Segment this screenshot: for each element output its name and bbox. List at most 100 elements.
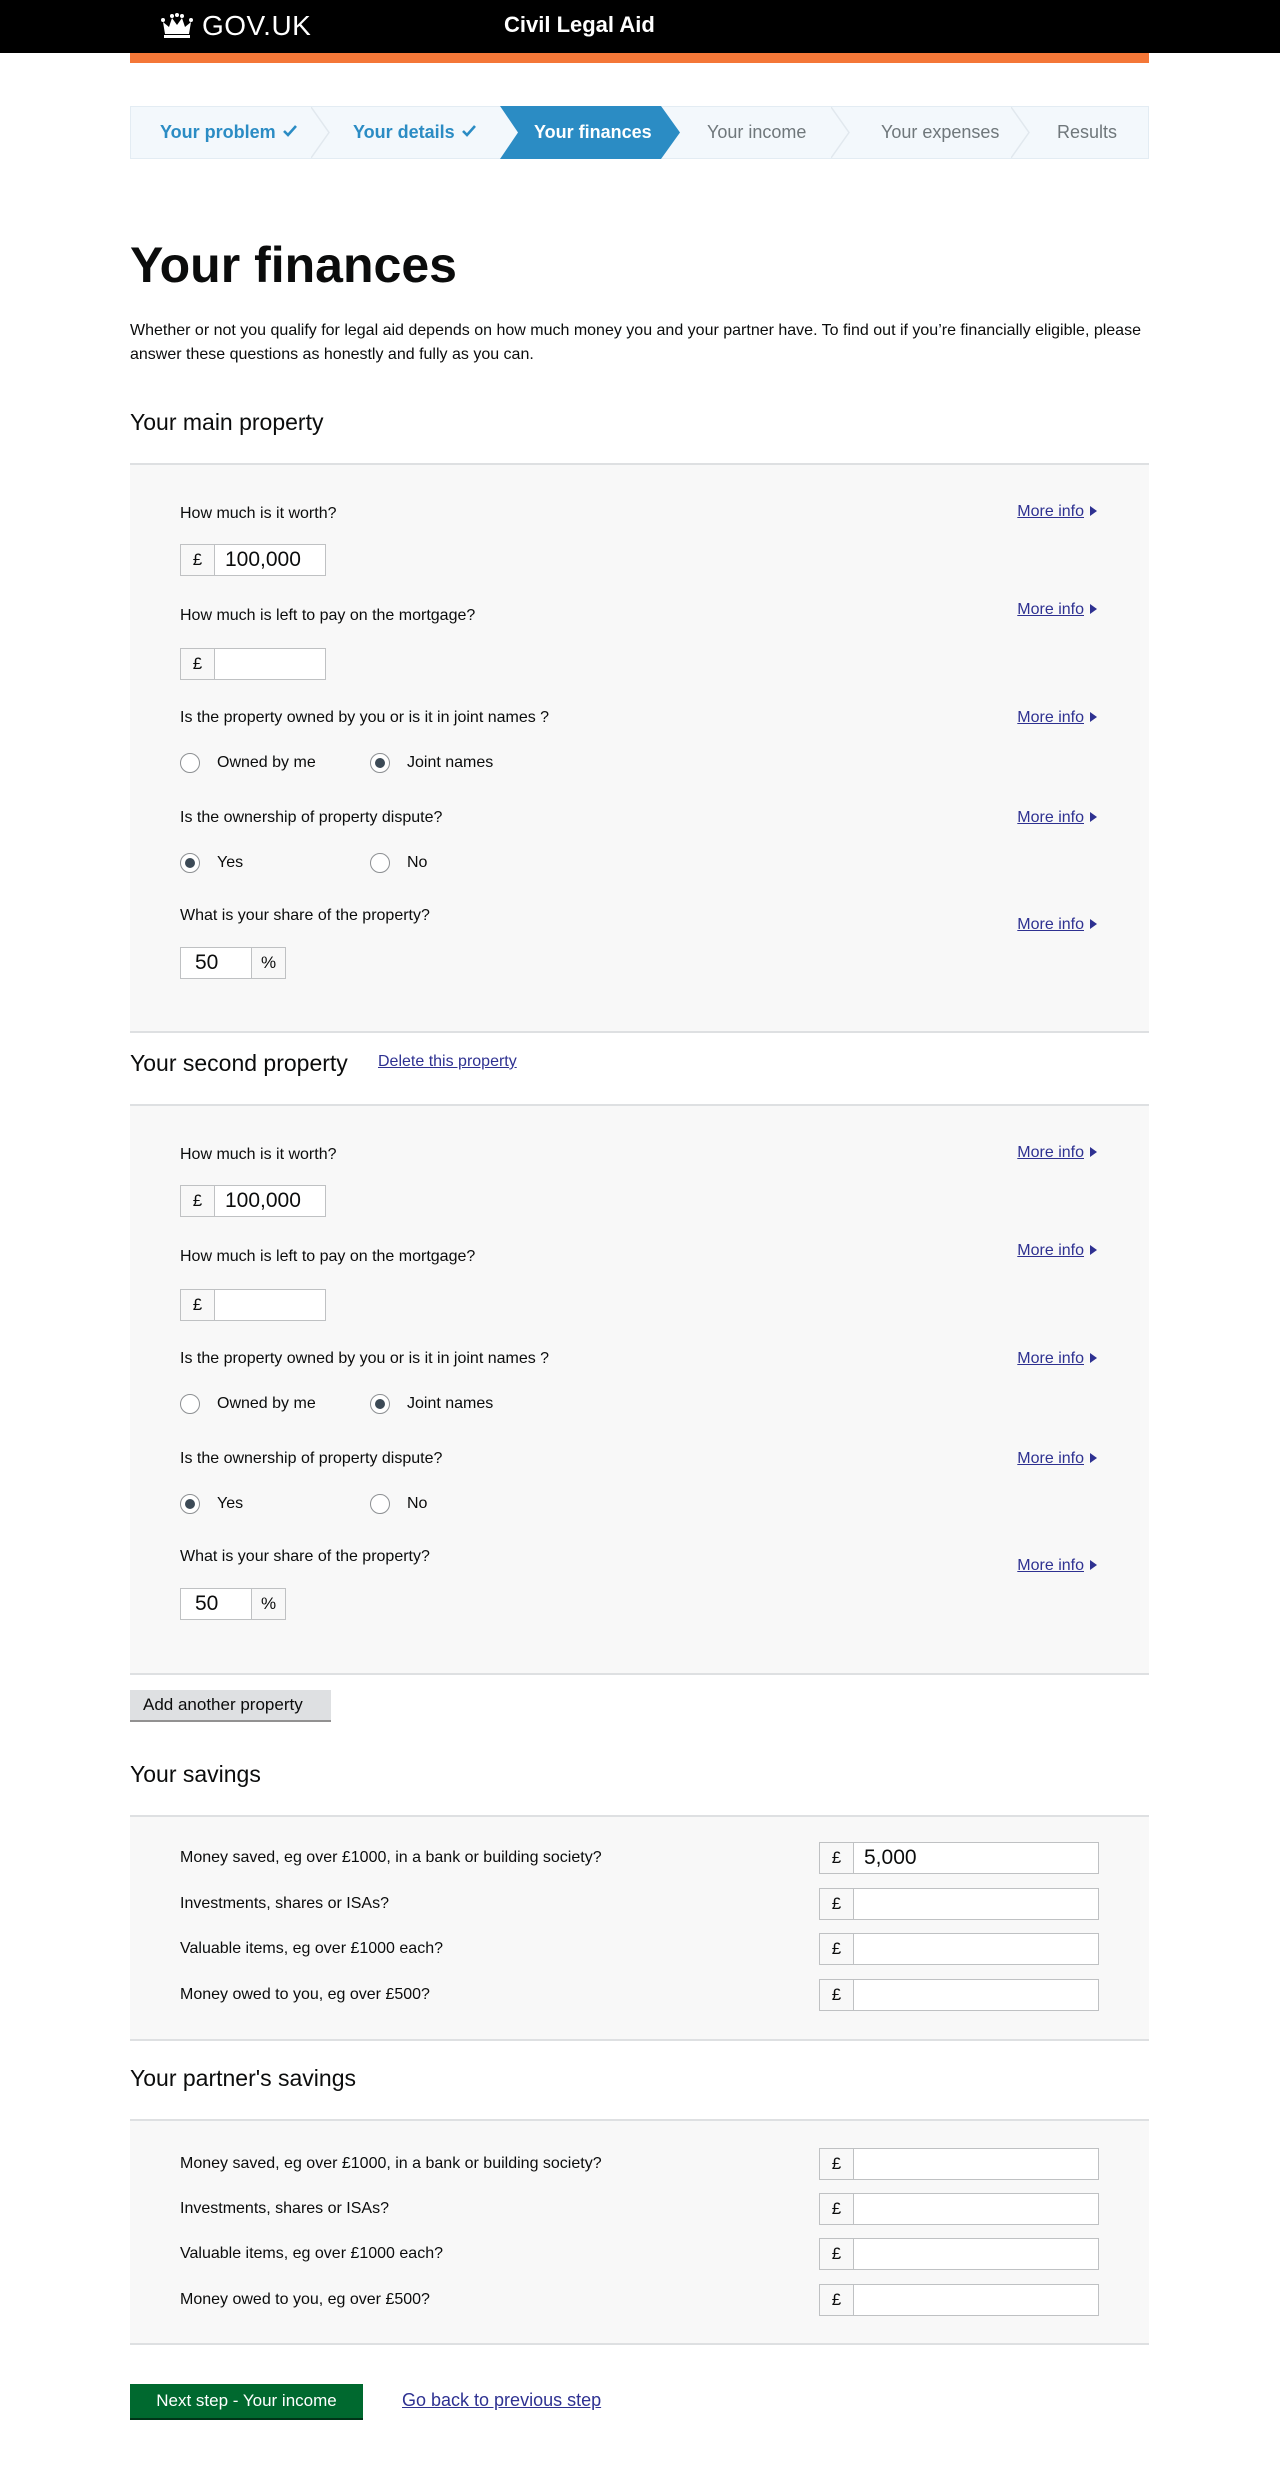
worth-field[interactable]: 100,000: [214, 1185, 326, 1217]
savings-input[interactable]: £: [819, 1888, 1099, 1920]
mortgage-input[interactable]: £: [180, 1289, 326, 1321]
savings-row: Money saved, eg over £1000, in a bank or…: [180, 1842, 1099, 1876]
savings-field[interactable]: [853, 2193, 1099, 2225]
savings-input[interactable]: £: [819, 2284, 1099, 2316]
savings-input[interactable]: £ 5,000: [819, 1842, 1099, 1874]
radio-circle[interactable]: [180, 753, 200, 773]
savings-label: Money saved, eg over £1000, in a bank or…: [180, 2155, 602, 2172]
more-info-label: More info: [1017, 1144, 1084, 1161]
step-your-problem[interactable]: Your problem: [160, 107, 298, 158]
triangle-right-icon: [1090, 712, 1097, 722]
radio-joint-names[interactable]: Joint names: [370, 1394, 493, 1414]
currency-prefix: £: [180, 544, 214, 576]
step-your-income: Your income: [707, 122, 807, 142]
service-name[interactable]: Civil Legal Aid: [504, 12, 655, 38]
radio-owned-by-me[interactable]: Owned by me: [180, 1394, 316, 1414]
step-label: Your details: [353, 122, 455, 142]
savings-input[interactable]: £: [819, 2148, 1099, 2180]
radio-dispute-yes[interactable]: Yes: [180, 853, 243, 873]
radio-joint-names[interactable]: Joint names: [370, 753, 493, 773]
savings-row: Money owed to you, eg over £500? £: [180, 2284, 1099, 2318]
radio-label: Joint names: [407, 1395, 494, 1412]
savings-row: Valuable items, eg over £1000 each? £: [180, 1933, 1099, 1967]
mortgage-question: How much is left to pay on the mortgage?: [180, 607, 476, 624]
currency-prefix: £: [180, 1289, 214, 1321]
triangle-right-icon: [1090, 1560, 1097, 1570]
govuk-logo-link[interactable]: GOV.UK: [160, 10, 311, 41]
radio-circle-selected[interactable]: [370, 1394, 390, 1414]
savings-row: Investments, shares or ISAs? £: [180, 2193, 1099, 2227]
share-field[interactable]: 50: [180, 1588, 252, 1620]
currency-prefix: £: [819, 1979, 853, 2011]
more-info-link[interactable]: More info: [1017, 601, 1097, 619]
progress-steps: Your problem Your details Your finances …: [130, 106, 1149, 159]
savings-field[interactable]: [853, 2284, 1099, 2316]
radio-dispute-no[interactable]: No: [370, 853, 427, 873]
add-property-button[interactable]: Add another property: [130, 1690, 331, 1722]
more-info-link[interactable]: More info: [1017, 1450, 1097, 1468]
step-your-finances[interactable]: Your finances: [534, 107, 652, 158]
radio-label: Owned by me: [217, 754, 316, 771]
delete-property-link[interactable]: Delete this property: [378, 1053, 517, 1071]
savings-input[interactable]: £: [819, 2238, 1099, 2270]
more-info-link[interactable]: More info: [1017, 503, 1097, 521]
savings-field[interactable]: 5,000: [853, 1842, 1099, 1874]
radio-circle[interactable]: [180, 1394, 200, 1414]
more-info-link[interactable]: More info: [1017, 709, 1097, 727]
more-info-label: More info: [1017, 809, 1084, 826]
ownership-question: Is the property owned by you or is it in…: [180, 709, 550, 726]
share-input[interactable]: 50 %: [180, 1588, 286, 1620]
partner-savings-heading: Your partner's savings: [130, 2065, 357, 2091]
step-your-details[interactable]: Your details: [353, 107, 477, 158]
more-info-link[interactable]: More info: [1017, 809, 1097, 827]
mortgage-field[interactable]: [214, 1289, 326, 1321]
radio-circle-selected[interactable]: [180, 853, 200, 873]
savings-row: Money owed to you, eg over £500? £: [180, 1979, 1099, 2013]
savings-label: Money owed to you, eg over £500?: [180, 1986, 430, 2003]
radio-circle-selected[interactable]: [180, 1494, 200, 1514]
savings-field[interactable]: [853, 2148, 1099, 2180]
more-info-link[interactable]: More info: [1017, 916, 1097, 934]
more-info-label: More info: [1017, 916, 1084, 933]
crown-icon: [161, 13, 193, 38]
more-info-link[interactable]: More info: [1017, 1242, 1097, 1260]
share-input[interactable]: 50 %: [180, 947, 286, 979]
radio-dispute-no[interactable]: No: [370, 1494, 427, 1514]
header-accent-bar: [130, 53, 1149, 63]
back-link[interactable]: Go back to previous step: [402, 2390, 601, 2411]
worth-input[interactable]: £ 100,000: [180, 544, 326, 576]
more-info-label: More info: [1017, 1350, 1084, 1367]
savings-input[interactable]: £: [819, 1979, 1099, 2011]
more-info-link[interactable]: More info: [1017, 1350, 1097, 1368]
worth-input[interactable]: £ 100,000: [180, 1185, 326, 1217]
currency-prefix: £: [819, 2193, 853, 2225]
savings-field[interactable]: [853, 1979, 1099, 2011]
savings-field[interactable]: [853, 2238, 1099, 2270]
triangle-right-icon: [1090, 1353, 1097, 1363]
triangle-right-icon: [1090, 919, 1097, 929]
radio-circle[interactable]: [370, 1494, 390, 1514]
more-info-label: More info: [1017, 503, 1084, 520]
savings-input[interactable]: £: [819, 1933, 1099, 1965]
next-step-button[interactable]: Next step - Your income: [130, 2384, 363, 2420]
radio-label: Yes: [217, 1495, 244, 1512]
more-info-link[interactable]: More info: [1017, 1557, 1097, 1575]
radio-circle-selected[interactable]: [370, 753, 390, 773]
radio-dispute-yes[interactable]: Yes: [180, 1494, 243, 1514]
savings-row: Money saved, eg over £1000, in a bank or…: [180, 2148, 1099, 2182]
site-header: GOV.UK Civil Legal Aid: [0, 0, 1280, 53]
mortgage-field[interactable]: [214, 648, 326, 680]
step-divider: [311, 107, 330, 158]
radio-owned-by-me[interactable]: Owned by me: [180, 753, 316, 773]
worth-field[interactable]: 100,000: [214, 544, 326, 576]
more-info-link[interactable]: More info: [1017, 1144, 1097, 1162]
share-field[interactable]: 50: [180, 947, 252, 979]
savings-field[interactable]: [853, 1888, 1099, 1920]
mortgage-input[interactable]: £: [180, 648, 326, 680]
percent-suffix: %: [252, 947, 286, 979]
savings-field[interactable]: [853, 1933, 1099, 1965]
savings-input[interactable]: £: [819, 2193, 1099, 2225]
page-title: Your finances: [130, 237, 457, 293]
worth-question: How much is it worth?: [180, 505, 337, 522]
radio-circle[interactable]: [370, 853, 390, 873]
